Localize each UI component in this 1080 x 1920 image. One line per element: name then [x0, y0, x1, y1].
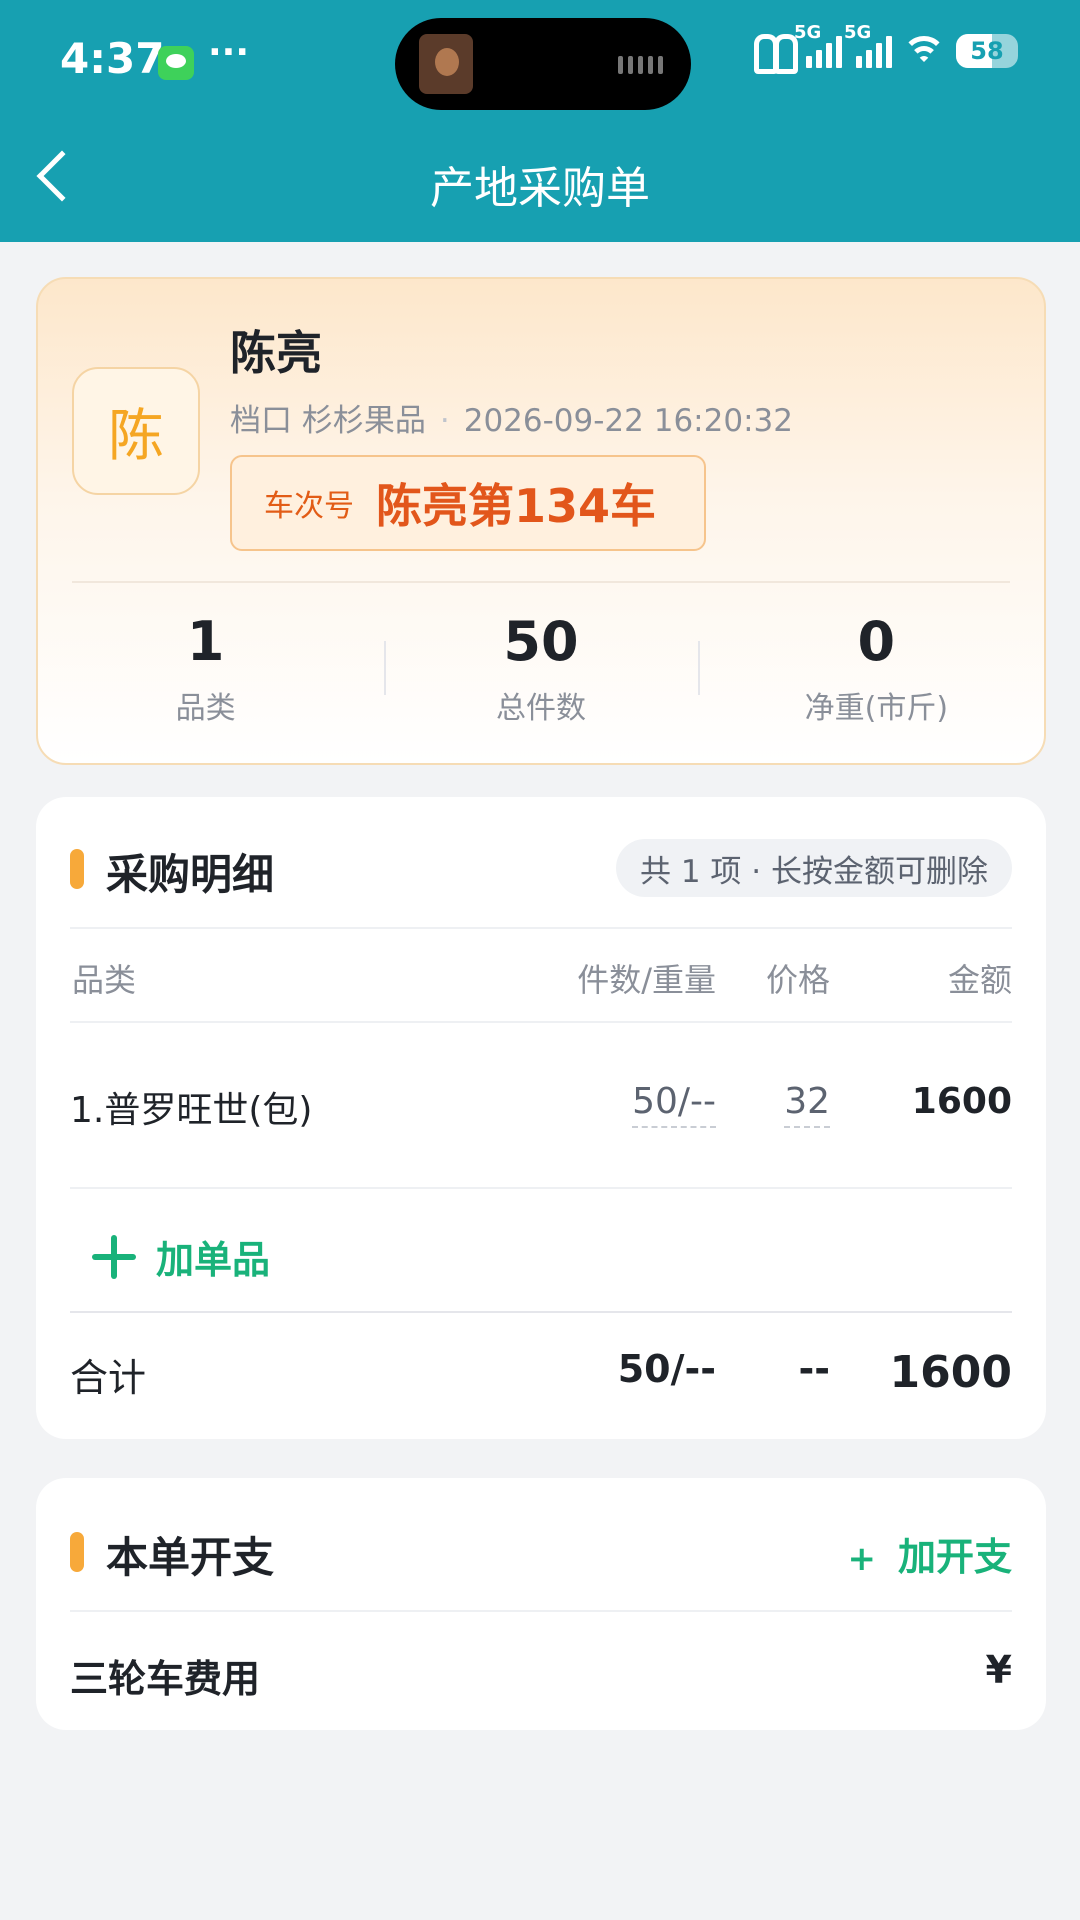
- message-icon: [158, 46, 194, 80]
- wifi-icon: [902, 34, 946, 68]
- stat-value: 1: [186, 610, 225, 673]
- status-time: 4:37: [60, 34, 165, 83]
- stat-label: 总件数: [495, 691, 586, 726]
- item-count-hint: 共 1 项 · 长按金额可删除: [616, 839, 1012, 897]
- total-qty: 50/--: [617, 1347, 716, 1391]
- stat-category: 1 品类: [38, 609, 373, 727]
- earbuds-icon: [752, 34, 798, 74]
- trip-label: 车次号: [264, 489, 354, 524]
- stat-total-pieces: 50 总件数: [373, 609, 708, 727]
- battery-level: 58: [970, 37, 1004, 65]
- add-item-label: 加单品: [156, 1238, 271, 1282]
- divider: [72, 581, 1010, 583]
- stat-value: 0: [857, 610, 896, 673]
- section-title: 本单开支: [106, 1533, 275, 1582]
- row-name: 1.普罗旺世(包): [70, 1090, 313, 1131]
- section-accent: [70, 849, 84, 889]
- stat-label: 净重(市斤): [804, 691, 949, 726]
- supplier-card: 陈 陈亮 档口 杉杉果品 · 2026-09-22 16:20:32 车次号 陈亮第…: [36, 277, 1046, 765]
- page-title: 产地采购单: [430, 163, 650, 214]
- col-category: 品类: [72, 961, 137, 999]
- col-qty: 件数/重量: [577, 961, 716, 999]
- row-price[interactable]: 32: [784, 1081, 830, 1128]
- network-label-2: 5G: [844, 22, 872, 43]
- app-header: 4:37 ··· 5G 5G 58 产地采购单: [0, 0, 1080, 242]
- add-expense-button[interactable]: + 加开支: [847, 1526, 1012, 1581]
- stat-net-weight: 0 净重(市斤): [709, 609, 1044, 727]
- row-qty[interactable]: 50/--: [632, 1081, 716, 1128]
- audio-bars-icon: [618, 56, 663, 74]
- plus-icon: [92, 1234, 136, 1279]
- divider: [70, 1311, 1012, 1313]
- stats-row: 1 品类 50 总件数 0 净重(市斤): [38, 609, 1044, 727]
- avatar: 陈: [72, 367, 200, 495]
- supplier-meta: 档口 杉杉果品 · 2026-09-22 16:20:32: [230, 395, 793, 440]
- col-amount: 金额: [947, 961, 1012, 999]
- row-amount[interactable]: 1600: [912, 1081, 1012, 1122]
- signal-icon-2: 5G: [844, 22, 892, 68]
- stat-value: 50: [503, 610, 579, 673]
- plus-icon: +: [847, 1539, 876, 1579]
- signal-icon-1: 5G: [794, 22, 842, 68]
- col-price: 价格: [765, 961, 830, 999]
- stat-label: 品类: [175, 691, 236, 726]
- expense-name: 三轮车费用: [70, 1657, 261, 1701]
- expense-currency[interactable]: ¥: [986, 1648, 1012, 1692]
- meta-separator: ·: [439, 403, 450, 439]
- total-amount: 1600: [889, 1347, 1012, 1398]
- more-dots-icon: ···: [208, 32, 250, 73]
- total-price: --: [798, 1347, 830, 1391]
- divider: [70, 1021, 1012, 1023]
- battery-icon: 58: [956, 34, 1018, 68]
- divider: [70, 1187, 1012, 1189]
- section-title: 采购明细: [106, 850, 275, 899]
- status-icons: 5G 5G 58: [752, 22, 1018, 74]
- dynamic-island: [395, 18, 691, 110]
- trip-number-badge: 车次号 陈亮第134车: [230, 455, 706, 551]
- add-item-button[interactable]: 加单品: [92, 1229, 270, 1284]
- divider: [70, 927, 1012, 929]
- divider: [70, 1610, 1012, 1612]
- supplier-name: 陈亮: [230, 326, 322, 380]
- section-accent: [70, 1532, 84, 1572]
- stall-name: 档口 杉杉果品: [230, 403, 426, 439]
- add-expense-label: 加开支: [897, 1535, 1012, 1579]
- order-datetime: 2026-09-22 16:20:32: [463, 403, 793, 439]
- trip-value: 陈亮第134车: [376, 479, 657, 533]
- album-art-icon: [419, 34, 473, 94]
- expense-card: 本单开支 + 加开支 三轮车费用 ¥: [36, 1478, 1046, 1730]
- network-label-1: 5G: [794, 22, 822, 43]
- purchase-detail-card: 采购明细 共 1 项 · 长按金额可删除 品类 件数/重量 价格 金额 1.普罗…: [36, 797, 1046, 1439]
- total-label: 合计: [70, 1356, 147, 1400]
